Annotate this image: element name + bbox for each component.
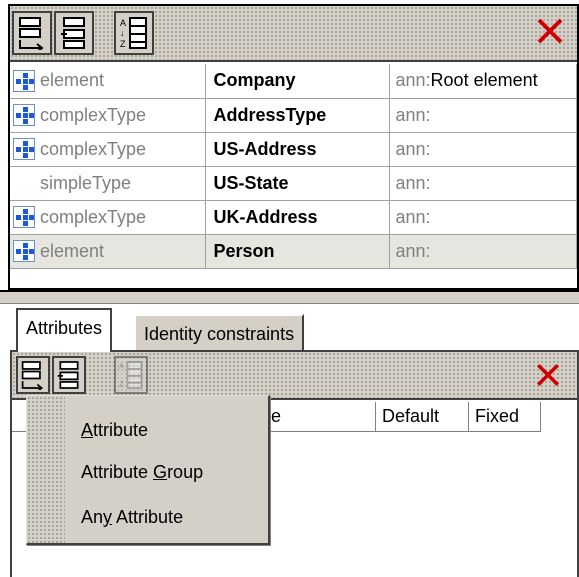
menu-item-attribute[interactable]: Attribute xyxy=(69,415,265,445)
column-fixed-header[interactable]: Fixed xyxy=(469,402,541,432)
row-icon-cell xyxy=(10,234,38,269)
annotation-cell[interactable]: ann: xyxy=(389,132,577,167)
append-attribute-button[interactable] xyxy=(16,356,50,394)
tab-strip: Attributes Identity constraints xyxy=(10,308,579,352)
components-table: element Company ann:Root element complexTyp… xyxy=(10,64,577,269)
table-row[interactable]: simpleType US-State ann: xyxy=(10,166,577,201)
add-attribute-menu: Attribute Attribute Group Any Attribute xyxy=(26,395,270,545)
insert-button[interactable] xyxy=(54,11,94,55)
component-kind: complexType xyxy=(38,200,206,235)
schema-overview-window: A ↓ Z element Company ann:Root element comp… xyxy=(0,0,579,577)
append-button[interactable] xyxy=(12,11,52,55)
component-name[interactable]: Company xyxy=(205,64,390,99)
element-icon xyxy=(13,240,35,263)
pane-splitter[interactable] xyxy=(0,290,579,304)
sort-az-icon: A Z xyxy=(119,361,143,389)
annotation-prefix: ann: xyxy=(395,138,431,159)
annotation-cell[interactable]: ann: xyxy=(389,234,577,269)
annotation-cell[interactable]: ann: xyxy=(389,166,577,201)
svg-text:Z: Z xyxy=(120,39,126,49)
tab-label: Attributes xyxy=(26,318,103,338)
insert-icon xyxy=(61,17,85,49)
element-icon xyxy=(13,206,35,229)
svg-text:Z: Z xyxy=(119,380,124,389)
close-icon[interactable] xyxy=(533,360,563,390)
table-row[interactable]: complexType US-Address ann: xyxy=(10,132,577,167)
append-icon xyxy=(21,361,44,390)
annotation-prefix: ann: xyxy=(395,70,431,91)
component-kind: simpleType xyxy=(38,166,206,201)
attributes-toolbar: A Z xyxy=(12,352,577,400)
annotation-cell[interactable]: ann: xyxy=(389,200,577,235)
menu-icon-stripe xyxy=(27,396,65,543)
element-icon xyxy=(13,104,35,127)
sort-az-icon: A ↓ Z xyxy=(120,17,147,49)
svg-text:A: A xyxy=(119,362,125,371)
element-icon xyxy=(13,138,35,161)
tab-identity-constraints[interactable]: Identity constraints xyxy=(134,314,305,352)
append-icon xyxy=(19,17,44,50)
component-name[interactable]: US-State xyxy=(205,166,390,201)
svg-text:↓: ↓ xyxy=(120,28,125,38)
annotation-prefix: ann: xyxy=(395,104,431,125)
component-kind: element xyxy=(38,234,206,269)
components-pane: A ↓ Z element Company ann:Root element comp… xyxy=(8,4,579,290)
annotation-prefix: ann: xyxy=(395,240,431,261)
sort-attributes-button[interactable]: A Z xyxy=(114,356,148,394)
row-icon-cell xyxy=(10,200,38,235)
component-name[interactable]: Person xyxy=(205,234,390,269)
insert-icon xyxy=(57,361,79,389)
element-icon xyxy=(13,69,35,92)
component-kind: complexType xyxy=(38,132,206,167)
row-icon-cell xyxy=(10,132,38,167)
sort-button[interactable]: A ↓ Z xyxy=(114,11,154,55)
component-name[interactable]: UK-Address xyxy=(205,200,390,235)
tab-label: Identity constraints xyxy=(144,324,295,344)
svg-text:A: A xyxy=(120,18,126,28)
column-default-header[interactable]: Default xyxy=(376,402,469,432)
table-row[interactable]: complexType AddressType ann: xyxy=(10,98,577,133)
annotation-prefix: ann: xyxy=(395,206,431,227)
table-row[interactable]: complexType UK-Address ann: xyxy=(10,200,577,235)
component-name[interactable]: AddressType xyxy=(205,98,390,133)
annotation-cell[interactable]: ann: xyxy=(389,98,577,133)
close-icon[interactable] xyxy=(533,14,567,48)
menu-item-attribute-group[interactable]: Attribute Group xyxy=(69,457,265,487)
row-icon-cell xyxy=(10,166,38,201)
components-toolbar: A ↓ Z xyxy=(10,6,577,62)
tab-attributes[interactable]: Attributes xyxy=(16,308,113,352)
insert-attribute-button[interactable] xyxy=(52,356,86,394)
component-name[interactable]: US-Address xyxy=(205,132,390,167)
annotation-prefix: ann: xyxy=(395,172,431,193)
component-kind: element xyxy=(38,64,206,99)
annotation-cell[interactable]: ann:Root element xyxy=(389,64,577,99)
annotation-text: Root element xyxy=(430,70,538,91)
menu-item-any-attribute[interactable]: Any Attribute xyxy=(69,502,265,532)
table-row[interactable]: element Company ann:Root element xyxy=(10,64,577,99)
row-icon-cell xyxy=(10,98,38,133)
table-row[interactable]: element Person ann: xyxy=(10,234,577,269)
component-kind: complexType xyxy=(38,98,206,133)
row-icon-cell xyxy=(10,64,38,99)
